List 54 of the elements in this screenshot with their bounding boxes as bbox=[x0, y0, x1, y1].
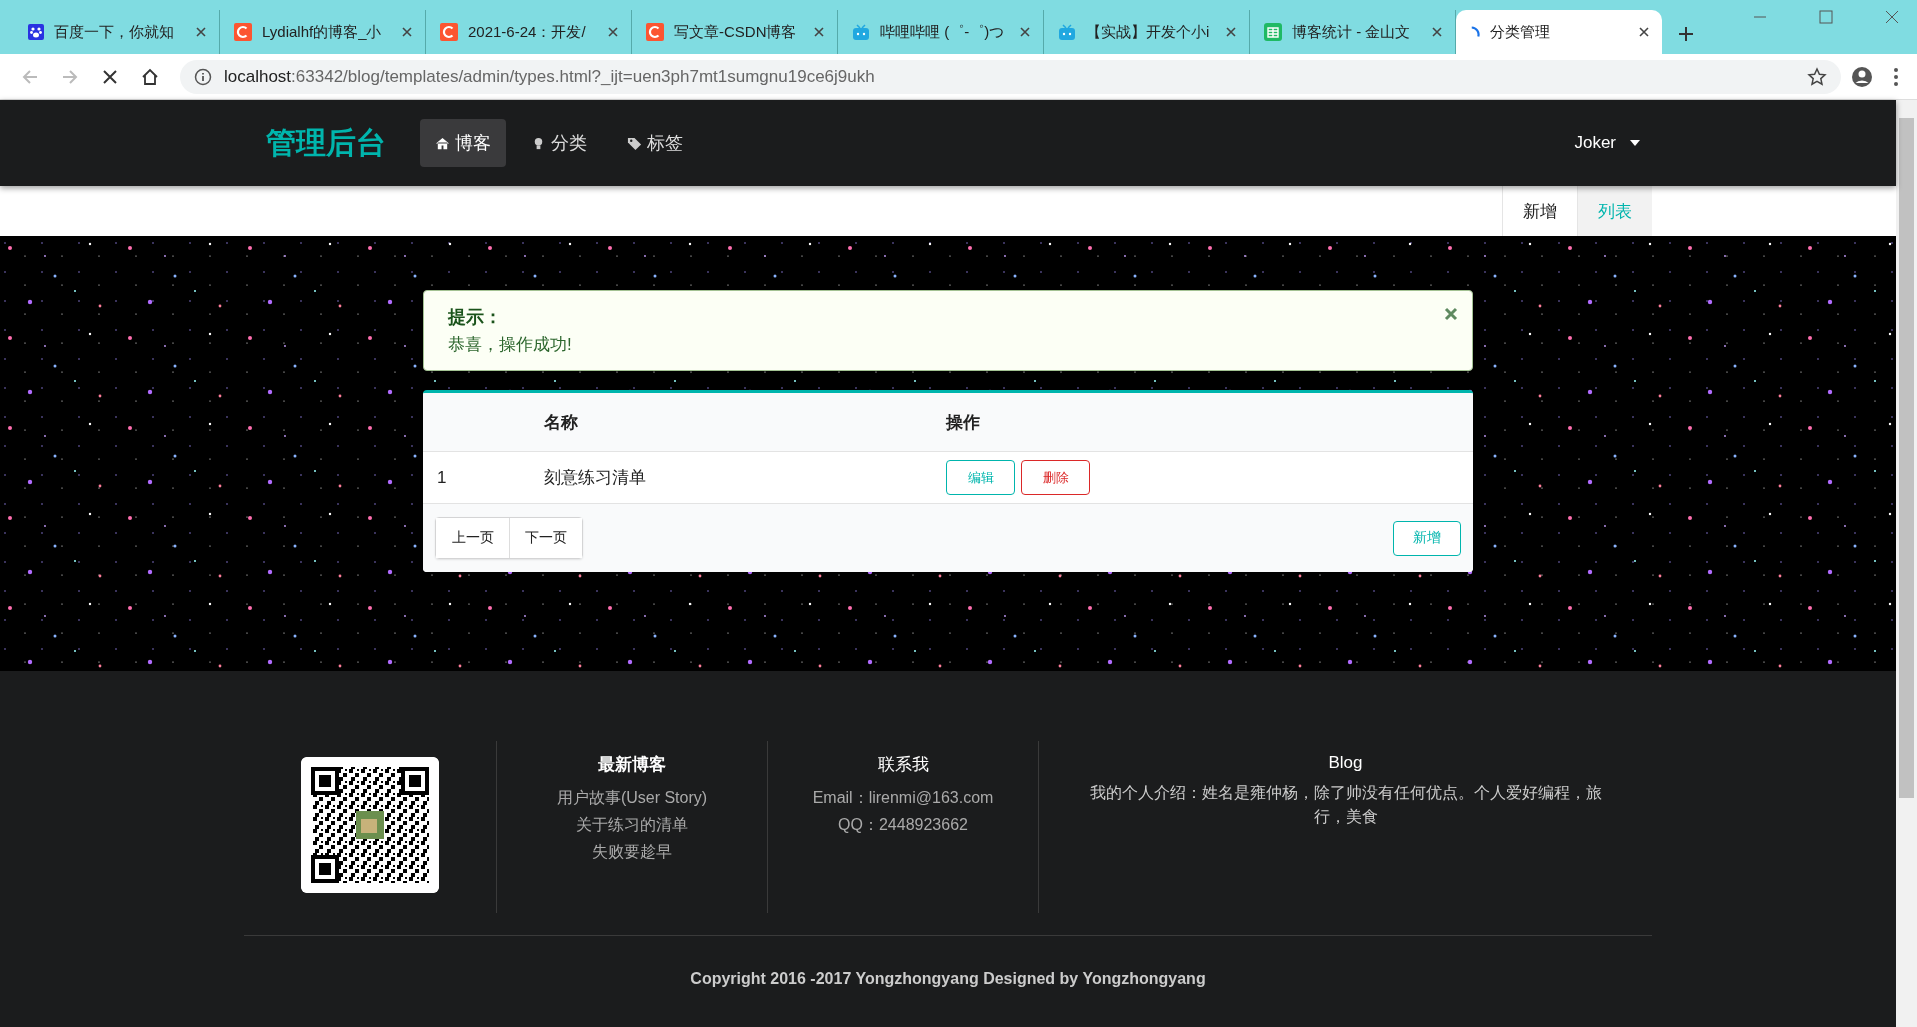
c-logo-icon bbox=[646, 23, 664, 41]
c-logo-icon bbox=[234, 23, 252, 41]
account-icon[interactable] bbox=[1851, 65, 1873, 88]
nav-item[interactable]: 分类 bbox=[516, 119, 602, 167]
footer-link[interactable]: 关于练习的清单 bbox=[517, 811, 747, 838]
close-icon[interactable] bbox=[1019, 26, 1031, 38]
caret-icon bbox=[1630, 140, 1640, 146]
scrollbar[interactable] bbox=[1896, 100, 1917, 1027]
close-icon[interactable] bbox=[401, 26, 413, 38]
contact-info: Email：lirenmi@163.com bbox=[811, 788, 995, 808]
home-icon bbox=[435, 135, 450, 151]
tag-icon bbox=[627, 135, 642, 151]
home-icon[interactable] bbox=[140, 66, 160, 87]
menu-icon[interactable] bbox=[1893, 66, 1899, 87]
user-menu[interactable]: Joker bbox=[1574, 133, 1640, 153]
footer-heading: Blog bbox=[1327, 753, 1364, 773]
page-button[interactable]: 下一页 bbox=[509, 518, 582, 558]
tv-icon bbox=[852, 23, 870, 41]
site-logo[interactable]: 管理后台 bbox=[266, 122, 386, 164]
close-icon[interactable] bbox=[813, 26, 825, 38]
delete-button[interactable]: 删除 bbox=[1021, 460, 1090, 495]
footer-heading: 最新博客 bbox=[597, 754, 667, 776]
new-tab-icon[interactable] bbox=[1678, 26, 1694, 42]
footer-link[interactable]: 用户故事(User Story) bbox=[517, 784, 747, 811]
close-icon[interactable] bbox=[1431, 26, 1443, 38]
star-icon[interactable] bbox=[1807, 66, 1827, 87]
nav-item[interactable]: 标签 bbox=[612, 119, 698, 167]
message-title: 提示： bbox=[448, 306, 503, 329]
close-icon[interactable] bbox=[195, 26, 207, 38]
close-icon[interactable] bbox=[1638, 26, 1650, 38]
page-button[interactable]: 上一页 bbox=[436, 518, 509, 558]
footer-heading: 联系我 bbox=[876, 754, 930, 776]
table-cell-text: 刻意练习清单 bbox=[543, 467, 647, 489]
message-text: 恭喜，操作成功! bbox=[448, 334, 573, 356]
footer-link[interactable]: 失败要趁早 bbox=[517, 838, 747, 865]
tv-icon bbox=[1058, 23, 1076, 41]
address-bar[interactable]: localhost:63342/blog/templates/admin/types.html?_ijt=uen3ph7mt1sumgnu19ce6j9ukh bbox=[180, 59, 1841, 94]
paw-icon bbox=[28, 24, 44, 40]
nav-item[interactable]: 博客 bbox=[420, 119, 506, 167]
spreadsheet-icon bbox=[1264, 23, 1282, 41]
close-icon[interactable] bbox=[607, 26, 619, 38]
loading-spinner-icon bbox=[1470, 26, 1480, 38]
table-cell-text: 1 bbox=[436, 467, 448, 488]
contact-info: QQ：2448923662 bbox=[837, 815, 969, 835]
column-header: 操作 bbox=[944, 411, 981, 434]
info-icon[interactable] bbox=[194, 67, 212, 86]
column-header: 名称 bbox=[543, 411, 579, 434]
url-text: localhost:63342/blog/templates/admin/types.html?_ijt=uen3ph7mt1sumgnu19ce6j9ukh bbox=[224, 66, 875, 87]
blog-description: 我的个人介绍：姓名是雍仲杨，除了帅没有任何优点。个人爱好编程，旅行，美食 bbox=[1088, 783, 1603, 827]
close-icon[interactable] bbox=[1885, 10, 1899, 24]
browser-tab[interactable]: 分类管理 bbox=[1456, 10, 1662, 54]
close-icon[interactable] bbox=[1225, 26, 1237, 38]
c-logo-icon bbox=[440, 23, 458, 41]
copyright-text: Copyright 2016 -2017 Yongzhongyang Designed by Yongzhongyang bbox=[689, 970, 1207, 988]
